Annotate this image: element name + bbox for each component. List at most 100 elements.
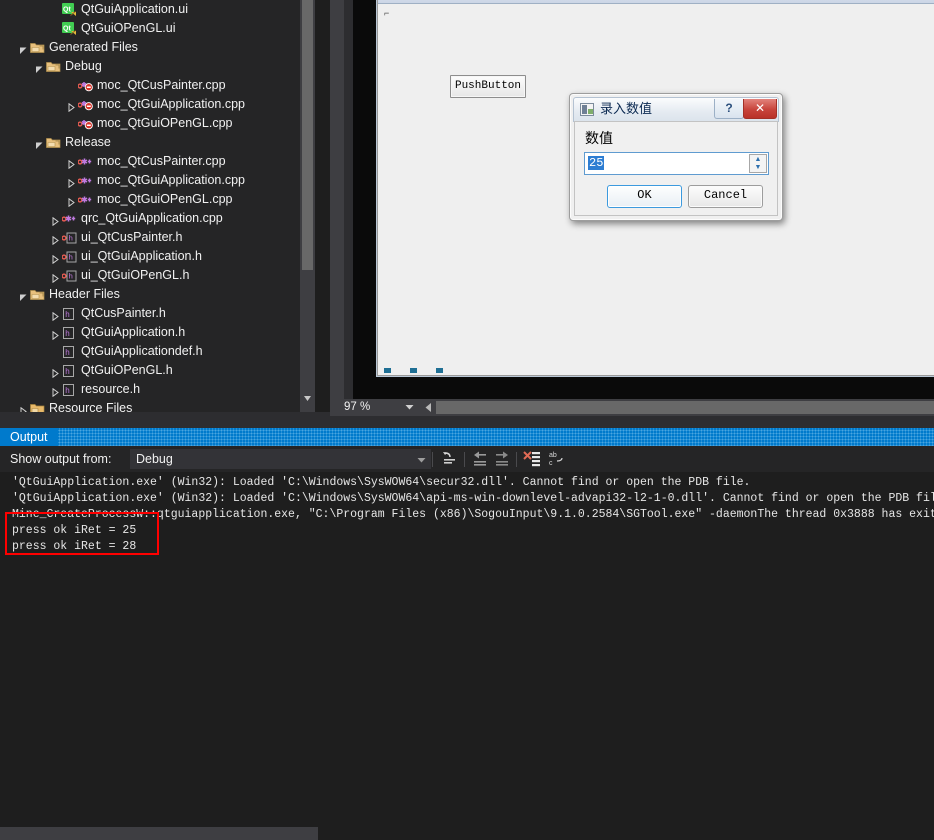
goto-source-icon[interactable]	[440, 450, 460, 468]
output-source-value: Debug	[136, 452, 173, 466]
tree-item-moc-qtguiopengl-cpp[interactable]: moc_QtGuiOPenGL.cpp	[0, 190, 315, 209]
tree-item-qrc-qtguiapplication-cpp[interactable]: qrc_QtGuiApplication.cpp	[0, 209, 315, 228]
tree-item-moc-qtguiapplication-cpp[interactable]: moc_QtGuiApplication.cpp	[0, 171, 315, 190]
tree-item-qtguiopengl-ui[interactable]: Qt QtGuiOPenGL.ui	[0, 19, 315, 38]
input-value-dialog[interactable]: 录入数值 ? ✕ 数值 25 ▲ ▼ OK Cancel	[569, 93, 783, 221]
svg-text:h: h	[65, 348, 69, 357]
tree-item-qtguiapplicationdef-h[interactable]: h QtGuiApplicationdef.h	[0, 342, 315, 361]
header-file-icon: h	[61, 228, 78, 247]
value-spinbox[interactable]: 25 ▲ ▼	[584, 152, 769, 175]
designed-form-window[interactable]: ⌐ PushButton 录入数值 ? ✕ 数值 25 ▲ ▼ OK Cance…	[377, 0, 934, 376]
tree-item-header-files[interactable]: Header Files	[0, 285, 315, 304]
dialog-cancel-button[interactable]: Cancel	[688, 185, 763, 208]
show-output-from-label: Show output from:	[10, 452, 112, 466]
output-source-combobox[interactable]: Debug	[130, 449, 431, 469]
output-text-area[interactable]: 'QtGuiApplication.exe' (Win32): Loaded '…	[0, 472, 934, 569]
designer-left-gutter-2	[344, 0, 353, 399]
designer-horizontal-scrollbar[interactable]	[422, 400, 934, 415]
form-canvas[interactable]: PushButton 录入数值 ? ✕ 数值 25 ▲ ▼ OK Cancel	[378, 22, 934, 375]
app-window: Qt QtGuiApplication.ui Qt QtGuiOPenGL.ui Gen…	[0, 0, 934, 840]
toolbar-separator	[464, 452, 465, 467]
solution-explorer-vertical-scrollbar[interactable]	[300, 0, 315, 415]
scroll-down-arrow-icon[interactable]	[300, 390, 315, 407]
value-spinbox-text[interactable]: 25	[588, 156, 605, 170]
chevron-down-icon[interactable]	[405, 399, 414, 416]
chevron-down-icon[interactable]	[34, 60, 45, 74]
tree-item-label: ui_QtGuiOPenGL.h	[81, 268, 190, 282]
generated-folder-icon	[45, 133, 62, 152]
svg-text:h: h	[65, 329, 69, 338]
chevron-right-icon[interactable]	[66, 174, 77, 188]
tree-item-ui-qtguiapplication-h[interactable]: h ui_QtGuiApplication.h	[0, 247, 315, 266]
tree-item-qtcuspainter-h[interactable]: h QtCusPainter.h	[0, 304, 315, 323]
tree-item-debug[interactable]: Debug	[0, 57, 315, 76]
zoom-level-combobox[interactable]: 97 %	[340, 399, 419, 416]
form-toolbar-strip: ⌐	[378, 4, 934, 23]
pushbutton-widget[interactable]: PushButton	[450, 75, 526, 98]
svg-text:ab: ab	[549, 452, 557, 459]
tree-item-label: QtGuiApplication.h	[81, 325, 186, 339]
chevron-down-icon[interactable]	[18, 288, 29, 302]
tree-item-moc-qtguiapplication-cpp[interactable]: moc_QtGuiApplication.cpp	[0, 95, 315, 114]
spinbox-buttons[interactable]: ▲ ▼	[749, 154, 767, 173]
toggle-word-wrap-icon[interactable]: ab c	[548, 450, 568, 468]
solution-tree[interactable]: Qt QtGuiApplication.ui Qt QtGuiOPenGL.ui Gen…	[0, 0, 315, 415]
navigate-previous-icon[interactable]	[470, 450, 490, 468]
chevron-down-icon[interactable]	[417, 452, 426, 466]
navigate-next-icon[interactable]	[492, 450, 512, 468]
tree-item-moc-qtcuspainter-cpp[interactable]: moc_QtCusPainter.cpp	[0, 152, 315, 171]
chevron-right-icon[interactable]	[50, 269, 61, 283]
spinbox-up-icon[interactable]: ▲	[750, 155, 766, 164]
form-selection-handles[interactable]	[384, 368, 456, 375]
chevron-right-icon[interactable]	[50, 383, 61, 397]
tree-item-generated-files[interactable]: Generated Files	[0, 38, 315, 57]
svg-text:Qt: Qt	[63, 26, 71, 33]
dialog-ok-button[interactable]: OK	[607, 185, 682, 208]
toolbar-separator	[432, 452, 433, 467]
tree-item-label: moc_QtGuiApplication.cpp	[97, 173, 245, 187]
tree-item-ui-qtcuspainter-h[interactable]: h ui_QtCusPainter.h	[0, 228, 315, 247]
chevron-right-icon[interactable]	[50, 250, 61, 264]
panel-drag-dots[interactable]	[58, 428, 934, 446]
solution-explorer-horizontal-scrollbar[interactable]	[0, 412, 330, 840]
dialog-close-button[interactable]: ✕	[743, 99, 777, 119]
chevron-right-icon[interactable]	[50, 307, 61, 321]
dialog-titlebar[interactable]: 录入数值 ? ✕	[573, 97, 779, 122]
designer-hscroll-thumb[interactable]	[436, 401, 934, 414]
tree-item-label: Generated Files	[49, 40, 138, 54]
chevron-right-icon[interactable]	[50, 364, 61, 378]
chevron-down-icon[interactable]	[18, 41, 29, 55]
tree-item-resource-h[interactable]: h resource.h	[0, 380, 315, 399]
tree-item-qtguiapplication-h[interactable]: h QtGuiApplication.h	[0, 323, 315, 342]
clear-all-icon[interactable]	[522, 450, 542, 468]
dialog-help-button[interactable]: ?	[714, 99, 744, 119]
cpp-file-icon	[77, 171, 94, 190]
spinbox-down-icon[interactable]: ▼	[750, 164, 766, 172]
svg-text:h: h	[65, 367, 69, 376]
tree-item-moc-qtguiopengl-cpp[interactable]: moc_QtGuiOPenGL.cpp	[0, 114, 315, 133]
tree-item-qtguiopengl-h[interactable]: h QtGuiOPenGL.h	[0, 361, 315, 380]
chevron-right-icon[interactable]	[50, 212, 61, 226]
chevron-right-icon[interactable]	[66, 193, 77, 207]
cpp-file-icon	[77, 152, 94, 171]
tree-item-label: moc_QtGuiOPenGL.cpp	[97, 116, 233, 130]
chevron-right-icon[interactable]	[50, 231, 61, 245]
cpp-excluded-file-icon	[77, 76, 94, 95]
designer-bottom-strip	[330, 416, 934, 428]
tree-item-moc-qtcuspainter-cpp[interactable]: moc_QtCusPainter.cpp	[0, 76, 315, 95]
chevron-right-icon[interactable]	[66, 155, 77, 169]
chevron-right-icon[interactable]	[50, 326, 61, 340]
designer-status-strip: 97 %	[330, 399, 934, 416]
tree-item-ui-qtguiopengl-h[interactable]: h ui_QtGuiOPenGL.h	[0, 266, 315, 285]
zoom-level-value: 97 %	[344, 401, 371, 413]
tree-item-qtguiapplication-ui[interactable]: Qt QtGuiApplication.ui	[0, 0, 315, 19]
chevron-down-icon[interactable]	[34, 136, 45, 150]
scroll-left-arrow-icon[interactable]	[422, 400, 436, 415]
tree-item-label: QtGuiOPenGL.ui	[81, 21, 176, 35]
chevron-right-icon[interactable]	[66, 98, 77, 112]
tree-item-label: moc_QtCusPainter.cpp	[97, 154, 226, 168]
output-panel-header[interactable]: Output	[0, 428, 934, 446]
tree-item-release[interactable]: Release	[0, 133, 315, 152]
vertical-scroll-thumb[interactable]	[302, 0, 313, 270]
horizontal-scroll-thumb[interactable]	[0, 827, 318, 840]
